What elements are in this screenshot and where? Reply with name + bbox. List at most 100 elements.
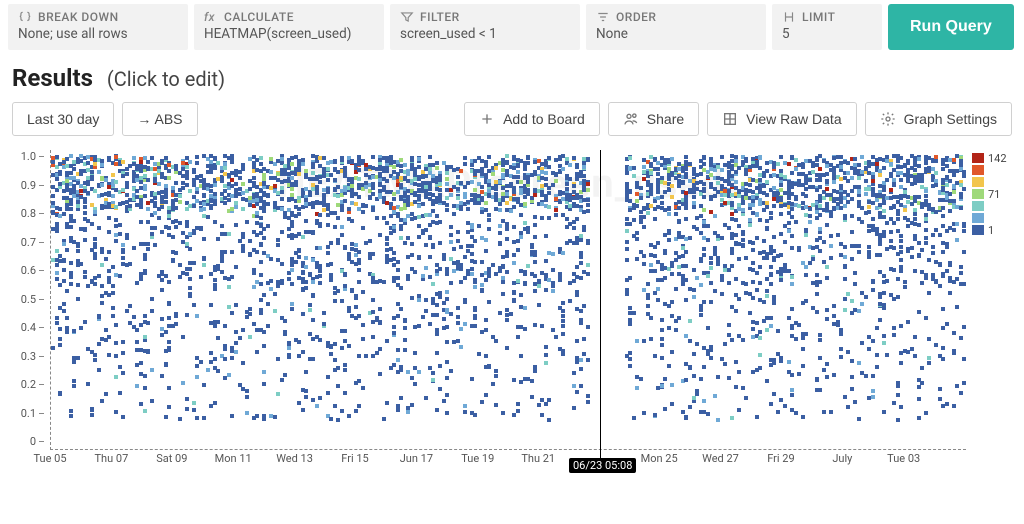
heatmap-cell [125,193,129,197]
heatmap-cell [174,322,178,326]
timerange-button[interactable]: Last 30 day [12,102,114,136]
heatmap-cell [227,373,231,377]
heatmap-cell [892,326,896,330]
share-button[interactable]: Share [608,102,699,136]
heatmap-cell [139,220,143,224]
heatmap-cell [449,369,453,373]
heatmap-cell [121,340,125,344]
heatmap-cell [663,249,667,253]
heatmap-cell [850,257,854,261]
heatmap-cell [941,224,945,228]
heatmap-cell [825,265,829,269]
heatmap-cell [343,284,347,288]
heatmap-cell [660,343,664,347]
heatmap-cell [192,303,196,307]
heatmap-cell [262,173,266,177]
heatmap-cell [955,277,959,281]
heatmap-cell [97,274,101,278]
heatmap-cell [234,223,238,227]
heatmap-cell [804,194,808,198]
heatmap-cell [315,191,319,195]
heatmap-cell [266,324,270,328]
calculate-cell[interactable]: fx CALCULATE HEATMAP(screen_used) [194,4,384,50]
heatmap-cell [473,308,477,312]
heatmap-cell [853,271,857,275]
heatmap-cell [642,339,646,343]
heatmap-cell [259,216,263,220]
heatmap-cell [445,203,449,207]
heatmap-cell [892,221,896,225]
order-cell[interactable]: ORDER None [586,4,766,50]
heatmap-cell [920,366,924,370]
heatmap-cell [114,341,118,345]
heatmap-cell [931,251,935,255]
heatmap-cell [139,402,143,406]
plot-area[interactable] [51,150,966,449]
heatmap-cell [456,175,460,179]
heatmap-cell [801,165,805,169]
heatmap-cell [544,171,548,175]
breakdown-cell[interactable]: BREAK DOWN None; use all rows [8,4,188,50]
heatmap-cell [150,368,154,372]
heatmap-cell [223,357,227,361]
heatmap-cell [779,232,783,236]
results-edit-hint[interactable]: (Click to edit) [107,67,225,91]
heatmap-cell [547,216,551,220]
heatmap-cell [484,162,488,166]
heatmap-cell [804,233,808,237]
heatmap-cell [920,381,924,385]
heatmap-cell [371,276,375,280]
heatmap-cell [216,320,220,324]
legend-row: 71 [972,188,1006,200]
heatmap-cell [100,284,104,288]
x-tick: July [832,452,852,465]
heatmap-cell [822,196,826,200]
heatmap-chart[interactable]: 1.00.90.80.70.60.50.40.30.20.10 HEATMAP(… [10,150,1014,472]
heatmap-cell [245,389,249,393]
abs-toggle-button[interactable]: → ABS [122,102,197,136]
heatmap-cell [670,184,674,188]
heatmap-cell [421,277,425,281]
heatmap-cell [779,356,783,360]
add-to-board-button[interactable]: Add to Board [464,102,600,136]
x-tick: Wed 13 [276,452,313,465]
heatmap-cell [442,301,446,305]
heatmap-cell [575,265,579,269]
graph-settings-button[interactable]: Graph Settings [865,102,1012,136]
heatmap-cell [790,373,794,377]
heatmap-cell [692,201,696,205]
heatmap-cell [114,410,118,414]
heatmap-cell [730,201,734,205]
limit-cell[interactable]: LIMIT 5 [772,4,882,50]
x-tick: Mon 11 [215,452,252,465]
heatmap-cell [741,208,745,212]
heatmap-cell [892,333,896,337]
heatmap-cell [185,313,189,317]
heatmap-cell [885,221,889,225]
heatmap-cell [867,245,871,249]
view-raw-data-button[interactable]: View Raw Data [707,102,856,136]
heatmap-cell [787,221,791,225]
heatmap-cell [195,375,199,379]
heatmap-cell [283,319,287,323]
y-tick: 0.5 [21,293,44,306]
heatmap-cell [143,257,147,261]
heatmap-cell [586,400,590,404]
heatmap-cell [494,166,498,170]
time-cursor[interactable]: 06/23 05:08 [600,150,601,473]
heatmap-cell [857,200,861,204]
heatmap-cell [114,239,118,243]
heatmap-cell [213,220,217,224]
heatmap-cell [727,226,731,230]
heatmap-cell [417,370,421,374]
heatmap-cell [917,164,921,168]
heatmap-cell [959,195,963,199]
run-query-button[interactable]: Run Query [888,4,1014,50]
heatmap-cell [456,239,460,243]
filter-cell[interactable]: FILTER screen_used < 1 [390,4,580,50]
heatmap-cell [642,225,646,229]
x-axis: Tue 05Thu 07Sat 09Mon 11Wed 13Fri 15Jun … [50,450,966,472]
heatmap-cell [375,216,379,220]
heatmap-cell [442,257,446,261]
heatmap-cell [744,158,748,162]
